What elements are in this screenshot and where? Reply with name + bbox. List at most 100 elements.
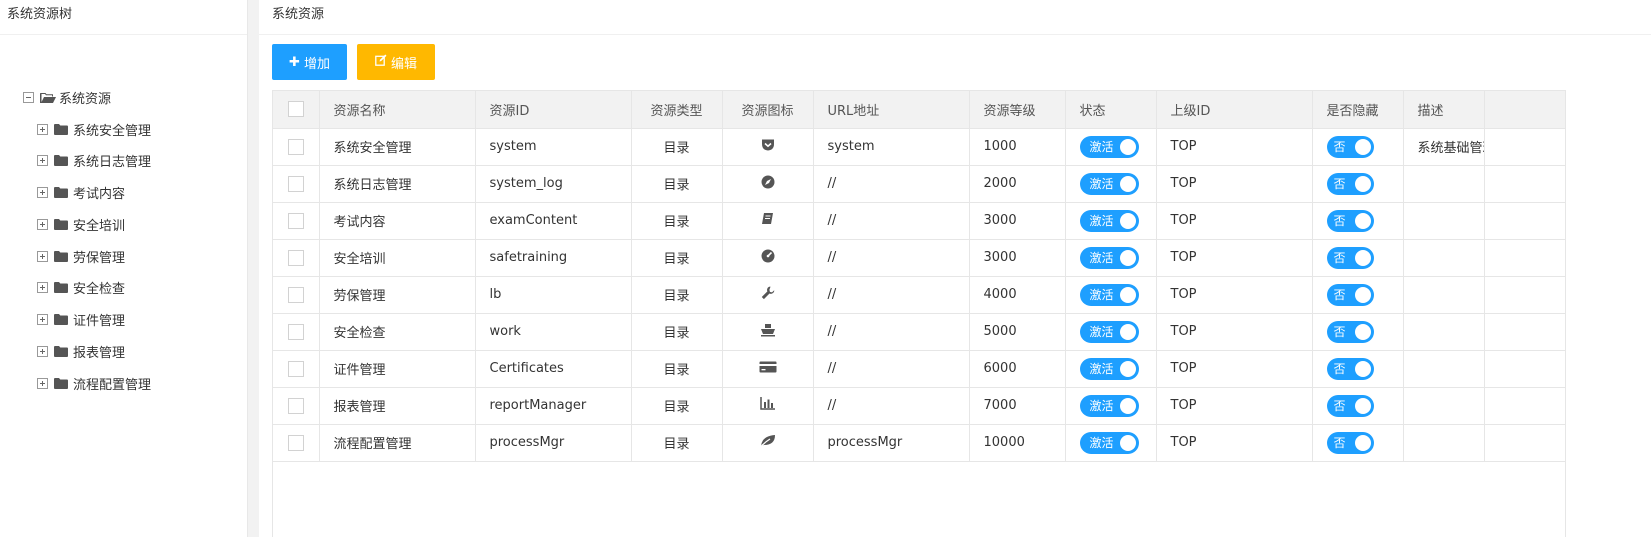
row-checkbox[interactable] [287, 286, 304, 303]
row-checkbox[interactable] [287, 434, 304, 451]
list-panel-title: 系统资源 [259, 0, 1651, 35]
row-checkbox[interactable] [287, 249, 304, 266]
row-checkbox-cell[interactable] [273, 313, 320, 351]
hidden-toggle[interactable]: 否 [1326, 283, 1374, 306]
cell-name: 劳保管理 [319, 276, 476, 314]
row-checkbox[interactable] [287, 175, 304, 192]
tree-node-item[interactable]: 安全培训 [37, 214, 125, 234]
cell-hidden: 否 [1312, 313, 1404, 351]
row-checkbox-cell[interactable] [273, 239, 320, 277]
table-row[interactable]: 系统安全管理system目录system1000激活TOP否系统基础管理 [273, 128, 1565, 166]
table-row[interactable]: 系统日志管理 system_log 目录 //2000 激活 TOP 否 [273, 165, 1565, 203]
hidden-toggle[interactable]: 否 [1326, 209, 1374, 232]
row-checkbox-cell[interactable] [273, 276, 320, 314]
row-checkbox[interactable] [287, 397, 304, 414]
cell-name: 报表管理 [319, 387, 476, 425]
state-toggle[interactable]: 激活 [1079, 209, 1139, 232]
cell-hidden: 否 [1312, 387, 1404, 425]
tree-node-label: 系统安全管理 [73, 123, 152, 139]
tree-node-label: 劳保管理 [73, 250, 126, 266]
collapse-icon[interactable] [23, 91, 34, 103]
row-checkbox[interactable] [287, 323, 304, 340]
row-checkbox-cell[interactable] [273, 165, 320, 203]
state-toggle[interactable]: 激活 [1079, 172, 1139, 195]
expand-icon[interactable] [37, 250, 48, 262]
hidden-toggle-label: 否 [1333, 436, 1346, 450]
folder-icon [54, 123, 68, 135]
cell-state: 激活 [1065, 424, 1157, 462]
bar-chart-icon [759, 397, 776, 414]
row-checkbox-cell[interactable] [273, 202, 320, 240]
cell-url: // [813, 387, 970, 425]
tree-node-item[interactable]: 系统日志管理 [37, 150, 151, 170]
state-toggle[interactable]: 激活 [1079, 394, 1139, 417]
cell-icon [722, 424, 814, 462]
cell-type: 目录 [631, 202, 723, 240]
row-checkbox-cell[interactable] [273, 424, 320, 462]
expand-icon[interactable] [37, 154, 48, 166]
state-toggle[interactable]: 激活 [1079, 246, 1139, 269]
expand-icon[interactable] [37, 345, 48, 357]
state-toggle[interactable]: 激活 [1079, 283, 1139, 306]
hidden-toggle[interactable]: 否 [1326, 431, 1374, 454]
cell-level: 7000 [969, 387, 1066, 425]
cell-icon [722, 350, 814, 388]
cell-type: 目录 [631, 387, 723, 425]
add-button[interactable]: ✚ 增加 [272, 44, 347, 80]
table-row[interactable]: 流程配置管理 processMgr 目录 processMgr 10000 激活 TOP 否 [273, 424, 1565, 462]
hidden-toggle[interactable]: 否 [1326, 135, 1374, 158]
folder-icon [54, 218, 68, 230]
state-toggle[interactable]: 激活 [1079, 357, 1139, 380]
row-checkbox-cell[interactable] [273, 387, 320, 425]
tree-node-item[interactable]: 考试内容 [37, 182, 125, 202]
tree-node-item[interactable]: 安全检查 [37, 277, 125, 297]
table-row[interactable]: 考试内容 examContent 目录 //3000 激活 TOP 否 [273, 202, 1565, 240]
cell-type: 目录 [631, 313, 723, 351]
edit-button[interactable]: 编辑 [357, 44, 435, 80]
row-checkbox[interactable] [287, 360, 304, 377]
expand-icon[interactable] [37, 281, 48, 293]
select-all-checkbox-cell[interactable] [273, 91, 320, 129]
toggle-knob [1354, 397, 1371, 414]
expand-icon[interactable] [37, 123, 48, 135]
cell-desc [1403, 202, 1485, 240]
hidden-toggle[interactable]: 否 [1326, 172, 1374, 195]
table-row[interactable]: 报表管理 reportManager 目录 //7000 激活 TOP 否 [273, 387, 1565, 425]
expand-icon[interactable] [37, 218, 48, 230]
row-checkbox-cell[interactable] [273, 128, 320, 166]
toggle-knob [1119, 138, 1136, 155]
state-toggle[interactable]: 激活 [1079, 320, 1139, 343]
cell-filler [1484, 128, 1565, 166]
expand-icon[interactable] [37, 186, 48, 198]
row-checkbox[interactable] [287, 138, 304, 155]
cell-icon [722, 276, 814, 314]
state-toggle[interactable]: 激活 [1079, 135, 1139, 158]
tree-node-item[interactable]: 证件管理 [37, 309, 125, 329]
table-row[interactable]: 安全检查 work 目录 //5000 激活 TOP 否 [273, 313, 1565, 351]
state-toggle-label: 激活 [1089, 362, 1114, 376]
expand-icon[interactable] [37, 377, 48, 389]
table-row[interactable]: 证件管理 Certificates 目录 //6000 激活 TOP 否 [273, 350, 1565, 388]
hidden-toggle[interactable]: 否 [1326, 246, 1374, 269]
hidden-toggle[interactable]: 否 [1326, 320, 1374, 343]
expand-icon[interactable] [37, 313, 48, 325]
book-icon [761, 212, 774, 229]
cell-icon [722, 387, 814, 425]
cell-url: // [813, 239, 970, 277]
state-toggle[interactable]: 激活 [1079, 431, 1139, 454]
tree-node-item[interactable]: 系统安全管理 [37, 119, 151, 139]
table-row[interactable]: 安全培训 safetraining 目录 //3000 激活 TOP 否 [273, 239, 1565, 277]
tree-node-item[interactable]: 流程配置管理 [37, 373, 151, 393]
header-col-icon: 资源图标 [722, 91, 814, 129]
cell-parent: TOP [1156, 128, 1313, 166]
hidden-toggle[interactable]: 否 [1326, 394, 1374, 417]
table-row[interactable]: 劳保管理 lb 目录 //4000 激活 TOP 否 [273, 276, 1565, 314]
row-checkbox[interactable] [287, 212, 304, 229]
hidden-toggle[interactable]: 否 [1326, 357, 1374, 380]
tree-node-root[interactable]: 系统资源 [23, 87, 111, 107]
tree-node-item[interactable]: 报表管理 [37, 341, 125, 361]
tree-node-item[interactable]: 劳保管理 [37, 246, 125, 266]
select-all-checkbox[interactable] [287, 101, 304, 118]
row-checkbox-cell[interactable] [273, 350, 320, 388]
toggle-knob [1354, 286, 1371, 303]
